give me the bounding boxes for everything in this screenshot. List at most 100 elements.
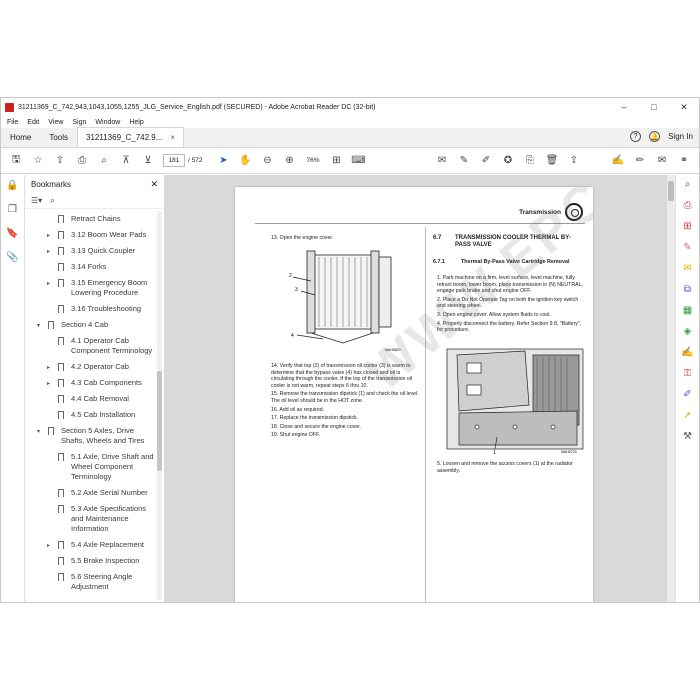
bookmark-item[interactable]: ▾ Section 4 Cab (25, 317, 154, 333)
bookmark-label: 3.16 Troubleshooting (71, 304, 142, 313)
menu-edit[interactable]: Edit (27, 119, 39, 126)
bookmark-search-icon[interactable]: ⌕ (50, 196, 54, 206)
create-pdf-icon[interactable]: ⊞ (676, 217, 699, 238)
bookmark-item[interactable]: 4.1 Operator Cab Component Terminology (25, 333, 154, 359)
menu-view[interactable]: View (48, 119, 63, 126)
document-scrollbar[interactable] (667, 175, 675, 602)
gear-icon (565, 203, 583, 221)
request-sign-icon[interactable]: ✐ (676, 385, 699, 406)
bookmark-item[interactable]: 5.5 Brake Inspection (25, 553, 154, 569)
attachments-icon[interactable]: 📎 (1, 247, 24, 271)
bookmark-item[interactable]: 5.6 Steering Angle Adjustment (25, 569, 154, 595)
menu-file[interactable]: File (7, 119, 18, 126)
bookmark-item[interactable]: 5.1 Axle, Drive Shaft and Wheel Componen… (25, 449, 154, 485)
comment-icon[interactable]: ✉ (431, 155, 453, 166)
bookmark-item[interactable]: ▸ 5.4 Axle Replacement (25, 537, 154, 553)
keyboard-icon[interactable]: ⌨ (347, 155, 369, 166)
zoom-out-icon[interactable]: ⊖ (256, 155, 278, 166)
help-icon[interactable]: ? (630, 131, 642, 142)
maximize-button[interactable]: □ (639, 102, 669, 112)
edit-pdf-icon[interactable]: ✎ (676, 238, 699, 259)
title-bar: 31211369_C_742,943,1043,1055,1255_JLG_Se… (1, 98, 699, 116)
chevron-down-icon[interactable]: ▾ (37, 321, 40, 331)
menu-sign[interactable]: Sign (72, 119, 86, 126)
next-page-icon[interactable]: ⊻ (137, 155, 159, 166)
menu-help[interactable]: Help (129, 119, 143, 126)
bookmark-item[interactable]: 3.16 Troubleshooting (25, 301, 154, 317)
bookmark-item[interactable]: 5.3 Axle Specifications and Maintenance … (25, 501, 154, 537)
edit-pencil-icon[interactable]: ✏ (629, 155, 651, 166)
highlight-icon[interactable]: ✎ (453, 155, 475, 166)
close-window-button[interactable]: ✕ (669, 102, 699, 113)
search-icon[interactable]: ⌕ (93, 155, 115, 166)
combine-files-icon[interactable]: ⧉ (676, 280, 699, 301)
fit-page-icon[interactable]: ⊞ (325, 155, 347, 166)
prev-page-icon[interactable]: ⊼ (115, 155, 137, 166)
bookmarks-scrollbar[interactable] (157, 211, 162, 600)
attach-icon[interactable]: ⎘ (519, 155, 541, 166)
bookmark-label: 3.12 Boom Wear Pads (71, 230, 147, 239)
minimize-button[interactable]: – (609, 102, 639, 112)
chevron-right-icon[interactable]: ▸ (47, 247, 50, 257)
more-tools-icon[interactable]: ⚒ (676, 427, 699, 448)
share-icon[interactable]: ⇪ (563, 155, 585, 166)
bookmark-item[interactable]: ▸ 3.13 Quick Coupler (25, 243, 154, 259)
select-cursor-icon[interactable]: ➤ (212, 155, 234, 166)
organize-pages-icon[interactable]: ▦ (676, 301, 699, 322)
bookmark-item[interactable]: ▸ 3.15 Emergency Boom Lowering Procedure (25, 275, 154, 301)
email-icon[interactable]: ✉ (651, 155, 673, 166)
bookmark-item[interactable]: 4.5 Cab Installation (25, 407, 154, 423)
chevron-right-icon[interactable]: ▸ (47, 363, 50, 373)
bookmark-item[interactable]: 5.2 Axle Serial Number (25, 485, 154, 501)
fill-sign-icon[interactable]: ✍ (607, 155, 629, 166)
zoom-level-select[interactable]: 76% (306, 157, 319, 164)
step-13: 13. Open the engine cover. (271, 235, 334, 241)
tab-tools[interactable]: Tools (40, 127, 77, 147)
tab-home[interactable]: Home (1, 127, 40, 147)
export-pdf-icon[interactable]: ⎙ (676, 196, 699, 217)
chevron-right-icon[interactable]: ▸ (47, 541, 50, 551)
bookmark-item[interactable]: Retract Chains (25, 211, 154, 227)
comment-tool-icon[interactable]: ✉ (676, 259, 699, 280)
zoom-in-icon[interactable]: ⊕ (278, 155, 300, 166)
chevron-right-icon[interactable]: ▸ (47, 231, 50, 241)
stamp-icon[interactable]: ✪ (497, 155, 519, 166)
procedure-step: 17. Replace the transmission dipstick. (271, 415, 359, 422)
fill-sign-tool-icon[interactable]: ✍ (676, 343, 699, 364)
bookmark-item[interactable]: ▸ 3.12 Boom Wear Pads (25, 227, 154, 243)
bookmark-item[interactable]: 3.14 Forks (25, 259, 154, 275)
bookmark-options-icon[interactable]: ☰▾ (31, 196, 42, 205)
chevron-right-icon[interactable]: ▸ (47, 279, 50, 289)
print-icon[interactable]: ⎙ (71, 155, 93, 166)
chevron-right-icon[interactable]: ▸ (47, 379, 50, 389)
link-icon[interactable]: ⚭ (673, 155, 695, 166)
hand-tool-icon[interactable]: ✋ (234, 155, 256, 166)
draw-icon[interactable]: ✐ (475, 155, 497, 166)
bookmarks-title: Bookmarks (31, 179, 72, 189)
upload-icon[interactable]: ⇪ (49, 155, 71, 166)
save-icon[interactable]: 🖫 (5, 152, 27, 169)
menu-window[interactable]: Window (95, 119, 120, 126)
bookmark-icon (58, 453, 64, 461)
close-panel-icon[interactable]: ✕ (150, 179, 158, 190)
bookmark-item[interactable]: ▸ 4.3 Cab Components (25, 375, 154, 391)
chevron-down-icon[interactable]: ▾ (37, 427, 40, 437)
tab-document[interactable]: 31211369_C_742.9... × (77, 127, 185, 147)
search-tool-icon[interactable]: ⌕ (676, 175, 699, 196)
pages-icon[interactable]: ❐ (1, 199, 24, 223)
scan-ocr-icon[interactable]: ◈ (676, 322, 699, 343)
bookmark-star-icon[interactable]: ☆ (27, 155, 49, 166)
close-tab-icon[interactable]: × (170, 133, 175, 142)
lock-icon[interactable]: 🔒 (1, 175, 24, 199)
sign-in-button[interactable]: Sign In (668, 132, 693, 141)
page-number-input[interactable]: 181 (163, 154, 185, 167)
bookmark-label: 5.1 Axle, Drive Shaft and Wheel Componen… (71, 452, 154, 481)
notifications-icon[interactable]: 🔔 (649, 131, 661, 142)
delete-icon[interactable]: 🗑 (541, 155, 563, 166)
bookmark-item[interactable]: 4.4 Cab Removal (25, 391, 154, 407)
bookmark-item[interactable]: ▸ 4.2 Operator Cab (25, 359, 154, 375)
protect-icon[interactable]: ⚿ (676, 364, 699, 385)
bookmarks-icon[interactable]: 🔖 (1, 223, 24, 247)
send-track-icon[interactable]: ➚ (676, 406, 699, 427)
bookmark-item[interactable]: ▾ Section 5 Axles, Drive Shafts, Wheels a… (25, 423, 154, 449)
